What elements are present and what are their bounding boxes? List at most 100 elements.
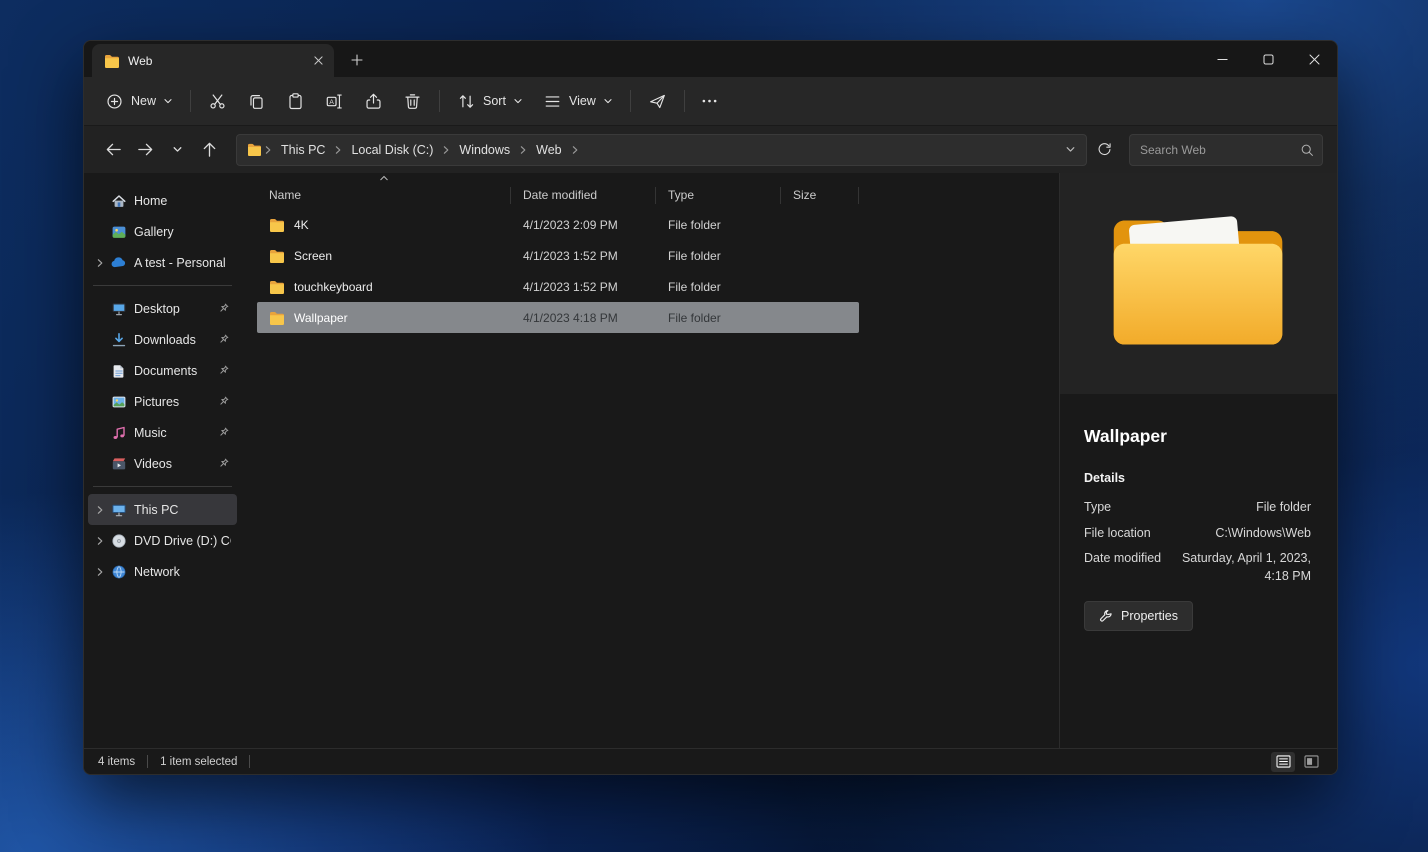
properties-button[interactable]: Properties (1084, 601, 1193, 631)
chevron-down-icon (603, 96, 613, 106)
large-icons-view-button[interactable] (1299, 752, 1323, 772)
sidebar-item-music[interactable]: Music (88, 417, 237, 448)
sidebar-item-label: Music (134, 426, 213, 440)
column-header-date-modified[interactable]: Date modified (511, 187, 656, 204)
content-area: Home Gallery A test - Personal Desktop (84, 173, 1337, 748)
paste-icon (286, 92, 305, 111)
status-separator (147, 755, 148, 768)
file-row-touchkeyboard[interactable]: touchkeyboard 4/1/2023 1:52 PM File fold… (257, 271, 859, 302)
rename-icon: A (325, 92, 344, 111)
new-tab-button[interactable] (344, 47, 370, 73)
sort-button[interactable]: Sort (448, 84, 532, 118)
chevron-right-icon[interactable] (569, 145, 581, 155)
chevron-right-icon[interactable] (262, 145, 274, 155)
column-header-size[interactable]: Size (781, 187, 859, 204)
cut-button[interactable] (199, 84, 236, 118)
breadcrumb-this-pc[interactable]: This PC (274, 140, 332, 160)
back-button[interactable] (98, 135, 128, 165)
properties-button-label: Properties (1121, 609, 1178, 623)
sort-icon (457, 92, 476, 111)
breadcrumb-windows[interactable]: Windows (452, 140, 517, 160)
folder-icon (269, 280, 285, 294)
folder-icon (104, 54, 120, 68)
sidebar-item-videos[interactable]: Videos (88, 448, 237, 479)
sidebar-item-pictures[interactable]: Pictures (88, 386, 237, 417)
sidebar-item-documents[interactable]: Documents (88, 355, 237, 386)
sidebar-item-label: Videos (134, 457, 213, 471)
toolbar-separator (439, 90, 440, 112)
recent-locations-button[interactable] (162, 135, 192, 165)
copy-button[interactable] (238, 84, 275, 118)
home-icon (110, 192, 127, 209)
address-bar[interactable]: This PC Local Disk (C:) Windows Web (236, 134, 1087, 166)
column-header-type[interactable]: Type (656, 187, 781, 204)
chevron-right-icon[interactable] (440, 145, 452, 155)
network-icon (110, 563, 127, 580)
status-separator (249, 755, 250, 768)
column-header-name[interactable]: Name (257, 187, 511, 204)
documents-icon (110, 362, 127, 379)
forward-button[interactable] (130, 135, 160, 165)
toolbar-separator (190, 90, 191, 112)
new-button[interactable]: New (96, 84, 182, 118)
details-view-button[interactable] (1271, 752, 1295, 772)
cut-icon (208, 92, 227, 111)
trash-icon (403, 92, 422, 111)
pin-icon (217, 395, 231, 409)
rename-button[interactable]: A (316, 84, 353, 118)
view-icon (543, 92, 562, 111)
file-row-screen[interactable]: Screen 4/1/2023 1:52 PM File folder (257, 240, 859, 271)
sidebar-item-label: DVD Drive (D:) CCC (134, 534, 231, 548)
address-dropdown-icon[interactable] (1061, 140, 1080, 159)
file-type: File folder (656, 249, 781, 263)
pin-icon (217, 333, 231, 347)
sidebar-item-label: Documents (134, 364, 213, 378)
file-name: Screen (294, 249, 332, 263)
close-button[interactable] (1291, 41, 1337, 77)
chevron-right-icon[interactable] (92, 533, 107, 548)
address-bar-row: This PC Local Disk (C:) Windows Web (84, 125, 1337, 173)
up-button[interactable] (194, 135, 224, 165)
more-options-button[interactable] (693, 84, 726, 118)
refresh-button[interactable] (1089, 135, 1119, 165)
file-row-wallpaper-selected[interactable]: Wallpaper 4/1/2023 4:18 PM File folder (257, 302, 859, 333)
file-row-4k[interactable]: 4K 4/1/2023 2:09 PM File folder (257, 209, 859, 240)
search-input[interactable] (1140, 143, 1300, 157)
sidebar-item-downloads[interactable]: Downloads (88, 324, 237, 355)
sidebar-item-dvd-drive[interactable]: DVD Drive (D:) CCC (88, 525, 237, 556)
chevron-right-icon[interactable] (92, 502, 107, 517)
svg-text:A: A (329, 98, 334, 105)
minimize-button[interactable] (1199, 41, 1245, 77)
sidebar-item-gallery[interactable]: Gallery (88, 216, 237, 247)
chevron-right-icon[interactable] (92, 564, 107, 579)
tab-close-icon[interactable] (308, 51, 328, 71)
file-name: Wallpaper (294, 311, 348, 325)
sidebar-item-this-pc[interactable]: This PC (88, 494, 237, 525)
send-button[interactable] (639, 84, 676, 118)
sidebar-item-network[interactable]: Network (88, 556, 237, 587)
detail-label: Date modified (1084, 550, 1164, 585)
share-button[interactable] (355, 84, 392, 118)
wrench-icon (1099, 609, 1113, 623)
chevron-right-icon[interactable] (92, 255, 107, 270)
detail-value: File folder (1164, 499, 1311, 517)
chevron-right-icon[interactable] (517, 145, 529, 155)
titlebar[interactable]: Web (84, 41, 1337, 77)
plus-icon (351, 54, 363, 66)
search-icon[interactable] (1300, 143, 1314, 157)
maximize-button[interactable] (1245, 41, 1291, 77)
explorer-tab[interactable]: Web (92, 44, 334, 77)
paste-button[interactable] (277, 84, 314, 118)
details-body: Wallpaper Details Type File folder File … (1060, 394, 1337, 631)
breadcrumb-local-disk[interactable]: Local Disk (C:) (344, 140, 440, 160)
selected-count: 1 item selected (160, 756, 237, 768)
breadcrumb-web[interactable]: Web (529, 140, 568, 160)
sidebar-item-onedrive[interactable]: A test - Personal (88, 247, 237, 278)
search-box[interactable] (1129, 134, 1323, 166)
chevron-right-icon[interactable] (332, 145, 344, 155)
sidebar-item-home[interactable]: Home (88, 185, 237, 216)
view-button[interactable]: View (534, 84, 622, 118)
detail-label: Type (1084, 499, 1164, 517)
delete-button[interactable] (394, 84, 431, 118)
sidebar-item-desktop[interactable]: Desktop (88, 293, 237, 324)
